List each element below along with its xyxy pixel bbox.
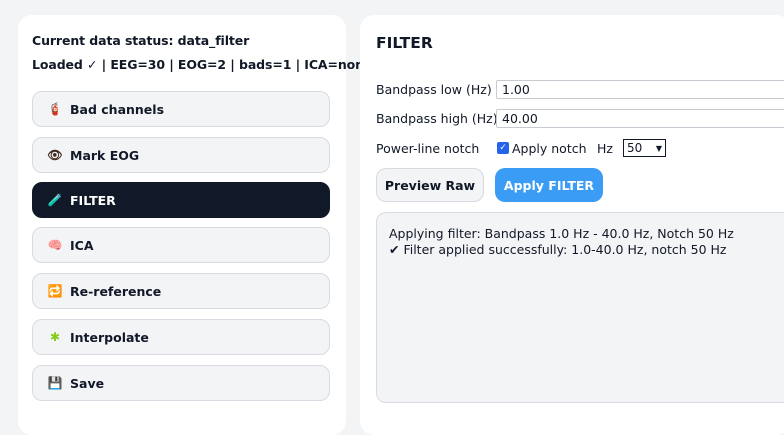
nav-bad-channels-button[interactable]: 🧯 Bad channels [32, 91, 330, 127]
nav-ica-button[interactable]: 🧠 ICA [32, 227, 330, 263]
save-icon: 💾 [47, 376, 63, 390]
nav-label: ICA [70, 237, 94, 253]
page-title: FILTER [376, 34, 433, 52]
filter-panel: FILTER Bandpass low (Hz) Bandpass high (… [360, 15, 784, 435]
bad-channels-icon: 🧯 [47, 102, 63, 116]
bandpass-high-input[interactable] [496, 109, 784, 128]
notch-frequency-select[interactable]: 50 ▼ [623, 139, 666, 157]
nav-label: Re-reference [70, 283, 162, 299]
left-panel: Current data status: data_filter Loaded … [18, 15, 372, 435]
apply-notch-label: Apply notch [512, 141, 587, 156]
data-status-summary: Loaded ✓ | EEG=30 | EOG=2 | bads=1 | ICA… [32, 57, 373, 72]
nav-label: FILTER [70, 192, 116, 208]
log-line: ✔ Filter applied successfully: 1.0-40.0 … [389, 242, 727, 257]
bandpass-low-input[interactable] [496, 80, 784, 99]
nav-re-reference-button[interactable]: 🔁 Re-reference [32, 273, 330, 309]
notch-frequency-value: 50 [627, 141, 643, 155]
puzzle-icon: ✱ [49, 330, 61, 344]
filter-icon: 🧪 [47, 193, 63, 207]
nav-label: Mark EOG [70, 147, 140, 163]
nav-label: Interpolate [70, 329, 149, 345]
filter-log: Applying filter: Bandpass 1.0 Hz - 40.0 … [376, 212, 784, 403]
brain-icon: 🧠 [47, 238, 63, 252]
apply-filter-button[interactable]: Apply FILTER [495, 168, 603, 202]
bandpass-low-label: Bandpass low (Hz) [376, 82, 492, 97]
nav-mark-eog-button[interactable]: 👁 Mark EOG [32, 137, 330, 173]
nav-save-button[interactable]: 💾 Save [32, 365, 330, 401]
power-line-notch-label: Power-line notch [376, 141, 480, 156]
nav-interpolate-button[interactable]: ✱ Interpolate [32, 319, 330, 355]
apply-notch-checkbox[interactable]: ✓ [497, 142, 509, 154]
bandpass-high-label: Bandpass high (Hz) [376, 111, 498, 126]
hz-label: Hz [597, 141, 613, 156]
data-status-title: Current data status: data_filter [32, 33, 250, 48]
nav-filter-button[interactable]: 🧪 FILTER [32, 182, 330, 218]
nav-label: Save [70, 375, 105, 391]
eye-icon: 👁 [47, 148, 63, 162]
log-line: Applying filter: Bandpass 1.0 Hz - 40.0 … [389, 226, 734, 241]
preview-raw-button[interactable]: Preview Raw [376, 168, 484, 202]
nav-label: Bad channels [70, 101, 165, 117]
re-reference-icon: 🔁 [47, 284, 63, 298]
chevron-down-icon: ▼ [655, 143, 662, 153]
